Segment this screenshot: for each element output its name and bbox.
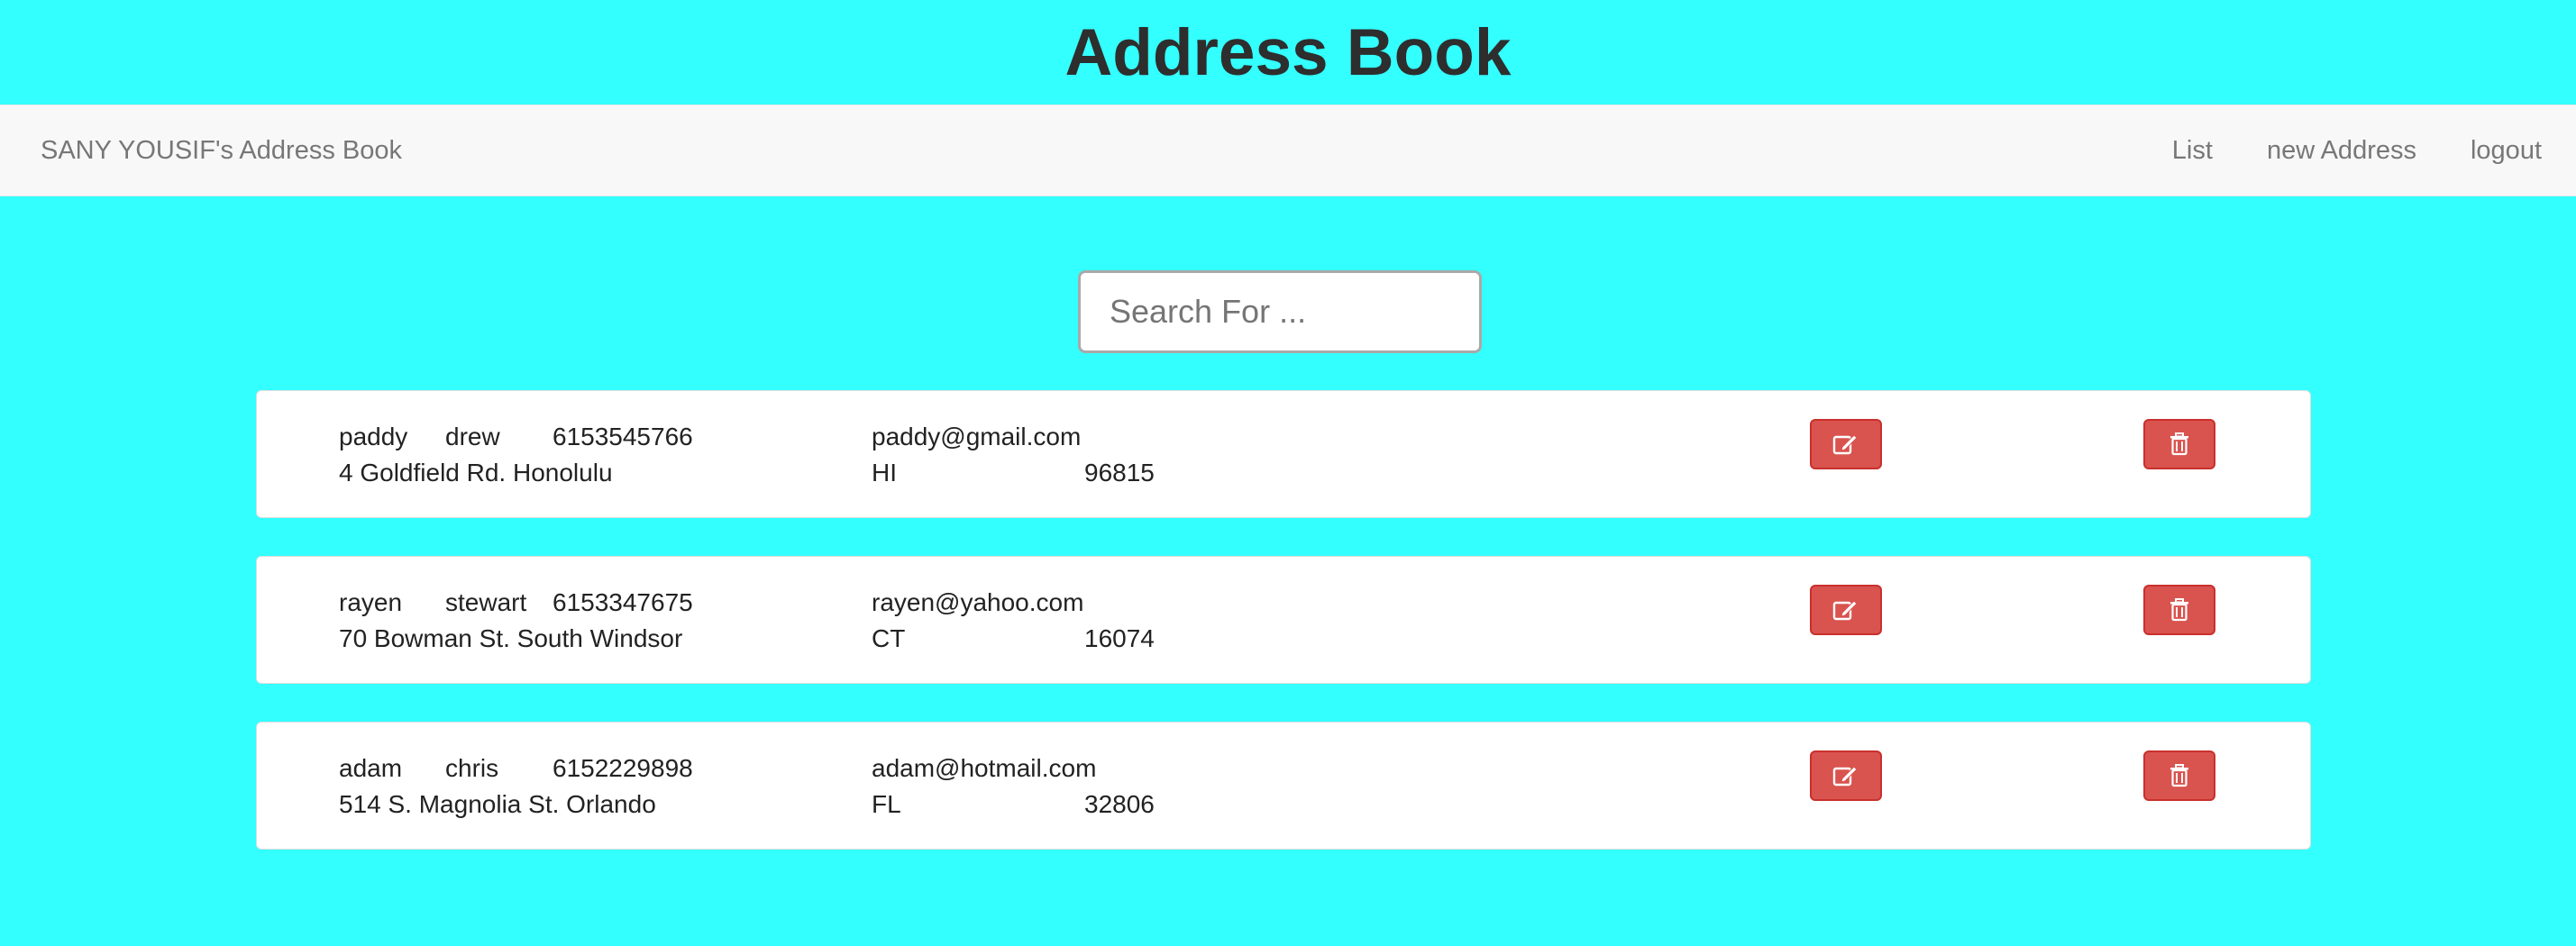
contact-last-name: chris [445, 754, 499, 782]
contact-email: paddy@gmail.com [872, 423, 1082, 450]
trash-icon [2170, 764, 2188, 787]
header: Address Book [0, 0, 2576, 105]
nav-link-logout[interactable]: logout [2444, 105, 2569, 196]
contact-card: paddy drew 6153545766 paddy@gmail.com 4 … [256, 390, 2311, 518]
contact-zip: 32806 [1084, 790, 1155, 818]
contact-card: rayen stewart 6153347675 rayen@yahoo.com… [256, 556, 2311, 684]
search-input[interactable] [1078, 270, 1482, 353]
contact-card: adam chris 6152229898 adam@hotmail.com 5… [256, 722, 2311, 850]
contact-state: HI [872, 459, 897, 487]
contact-phone: 6153545766 [553, 423, 693, 450]
contact-state: FL [872, 790, 901, 818]
navbar-brand[interactable]: SANY YOUSIF's Address Book [41, 105, 402, 196]
contact-last-name: stewart [445, 588, 527, 616]
contact-state: CT [872, 624, 906, 652]
delete-button[interactable] [2143, 750, 2215, 801]
contact-phone: 6153347675 [553, 588, 693, 616]
contact-email: rayen@yahoo.com [872, 588, 1084, 616]
edit-button[interactable] [1810, 419, 1882, 469]
navbar: SANY YOUSIF's Address Book List new Addr… [0, 105, 2576, 196]
contact-street-city: 514 S. Magnolia St. Orlando [339, 790, 656, 818]
contact-zip: 16074 [1084, 624, 1155, 652]
contact-street-city: 70 Bowman St. South Windsor [339, 624, 683, 652]
trash-icon [2170, 432, 2188, 456]
delete-button[interactable] [2143, 585, 2215, 635]
contact-zip: 96815 [1084, 459, 1155, 487]
page-title: Address Book [1064, 15, 1512, 89]
contact-phone: 6152229898 [553, 754, 693, 782]
contact-last-name: drew [445, 423, 500, 450]
edit-icon [1832, 600, 1858, 621]
contact-street-city: 4 Goldfield Rd. Honolulu [339, 459, 613, 487]
edit-button[interactable] [1810, 585, 1882, 635]
contact-first-name: rayen [339, 588, 403, 616]
nav-link-list[interactable]: List [2145, 105, 2240, 196]
navbar-links: List new Address logout [2145, 105, 2569, 196]
contact-first-name: paddy [339, 423, 408, 450]
edit-icon [1832, 434, 1858, 455]
contact-first-name: adam [339, 754, 403, 782]
search-container [1078, 270, 1482, 353]
edit-button[interactable] [1810, 750, 1882, 801]
contact-email: adam@hotmail.com [872, 754, 1097, 782]
edit-icon [1832, 766, 1858, 787]
delete-button[interactable] [2143, 419, 2215, 469]
nav-link-new-address[interactable]: new Address [2240, 105, 2444, 196]
trash-icon [2170, 598, 2188, 622]
